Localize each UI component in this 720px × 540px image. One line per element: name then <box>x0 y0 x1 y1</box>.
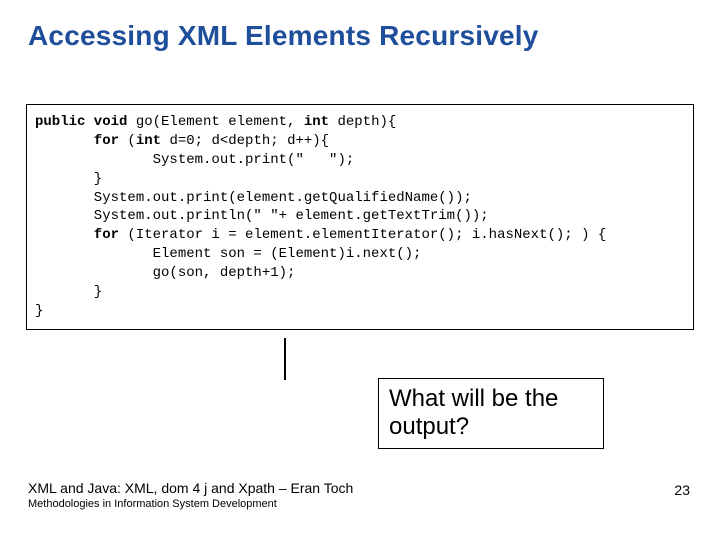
page-number: 23 <box>674 482 690 498</box>
code-text: Element son = (Element)i.next(); <box>35 246 421 262</box>
footer: XML and Java: XML, dom 4 j and Xpath – E… <box>28 480 692 510</box>
code-text: ( <box>119 133 136 149</box>
code-text: System.out.print(element.getQualifiedNam… <box>35 190 472 206</box>
code-kw: int <box>136 133 161 149</box>
code-kw: for <box>35 227 119 243</box>
callout-box: What will be the output? <box>378 378 604 449</box>
callout-connector <box>284 338 286 380</box>
code-text: System.out.print(" "); <box>35 152 354 168</box>
code-text: } <box>35 284 102 300</box>
code-text: go(son, depth+1); <box>35 265 295 281</box>
callout-text: What will be the output? <box>389 385 558 440</box>
code-text: } <box>35 303 43 319</box>
code-text: depth){ <box>329 114 396 130</box>
code-text: d=0; d<depth; d++){ <box>161 133 329 149</box>
page-title: Accessing XML Elements Recursively <box>28 20 692 52</box>
code-text: } <box>35 171 102 187</box>
code-kw: int <box>304 114 329 130</box>
code-kw: for <box>35 133 119 149</box>
code-text: System.out.println(" "+ element.getTextT… <box>35 208 489 224</box>
footer-sub: Methodologies in Information System Deve… <box>28 498 692 510</box>
slide: Accessing XML Elements Recursively publi… <box>0 0 720 540</box>
code-text: go(Element element, <box>127 114 303 130</box>
code-block: public void go(Element element, int dept… <box>26 104 694 330</box>
code-kw: public void <box>35 114 127 130</box>
footer-main: XML and Java: XML, dom 4 j and Xpath – E… <box>28 480 692 496</box>
code-text: (Iterator i = element.elementIterator();… <box>119 227 606 243</box>
